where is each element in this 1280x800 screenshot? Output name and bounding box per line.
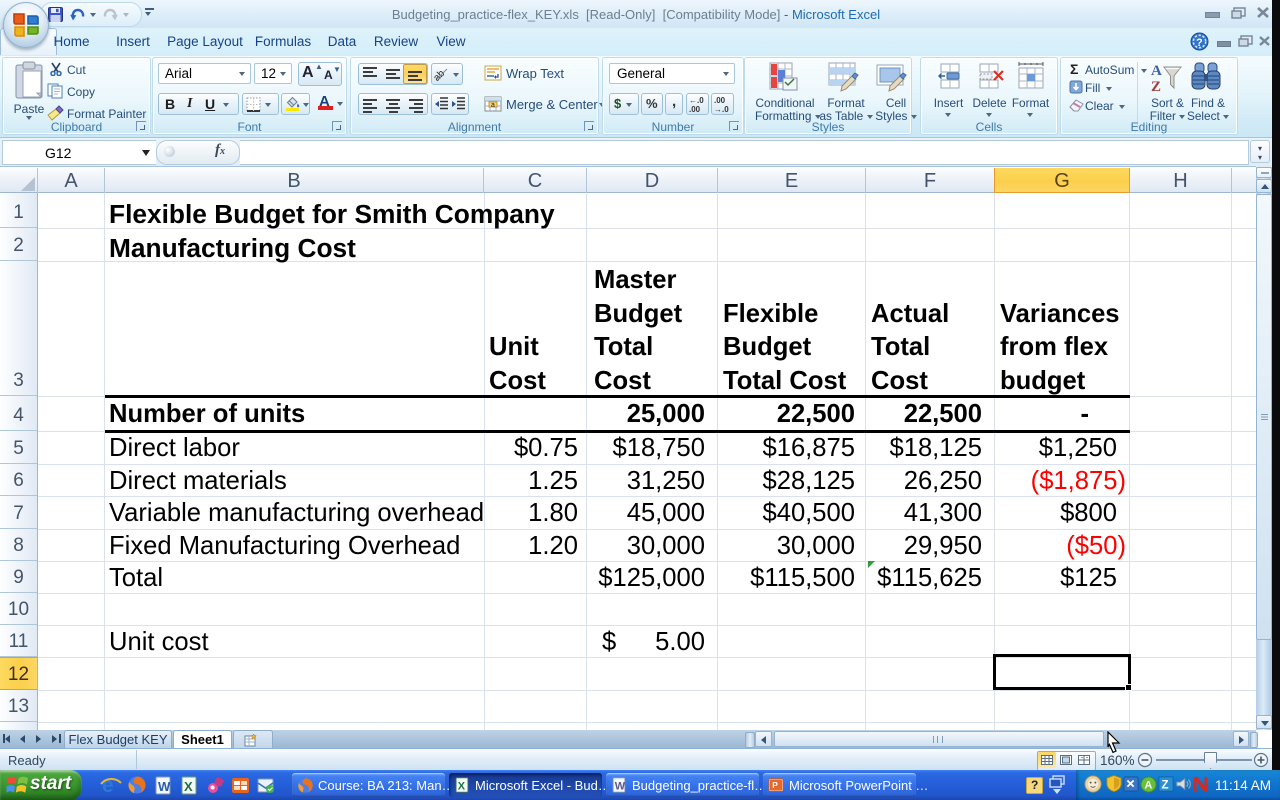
svg-text:X: X <box>458 781 466 793</box>
svg-text:A: A <box>1144 780 1152 792</box>
svg-text:W: W <box>615 781 626 793</box>
svg-text:X: X <box>184 779 193 794</box>
svg-text:a: a <box>491 102 495 109</box>
svg-text:Z: Z <box>1162 779 1169 791</box>
svg-text:Z: Z <box>1151 79 1161 93</box>
svg-text:A: A <box>1151 63 1162 79</box>
svg-text:W: W <box>158 779 171 794</box>
svg-text:P: P <box>772 780 778 790</box>
svg-text:?: ? <box>1196 37 1203 49</box>
svg-text:e: e <box>102 774 114 796</box>
